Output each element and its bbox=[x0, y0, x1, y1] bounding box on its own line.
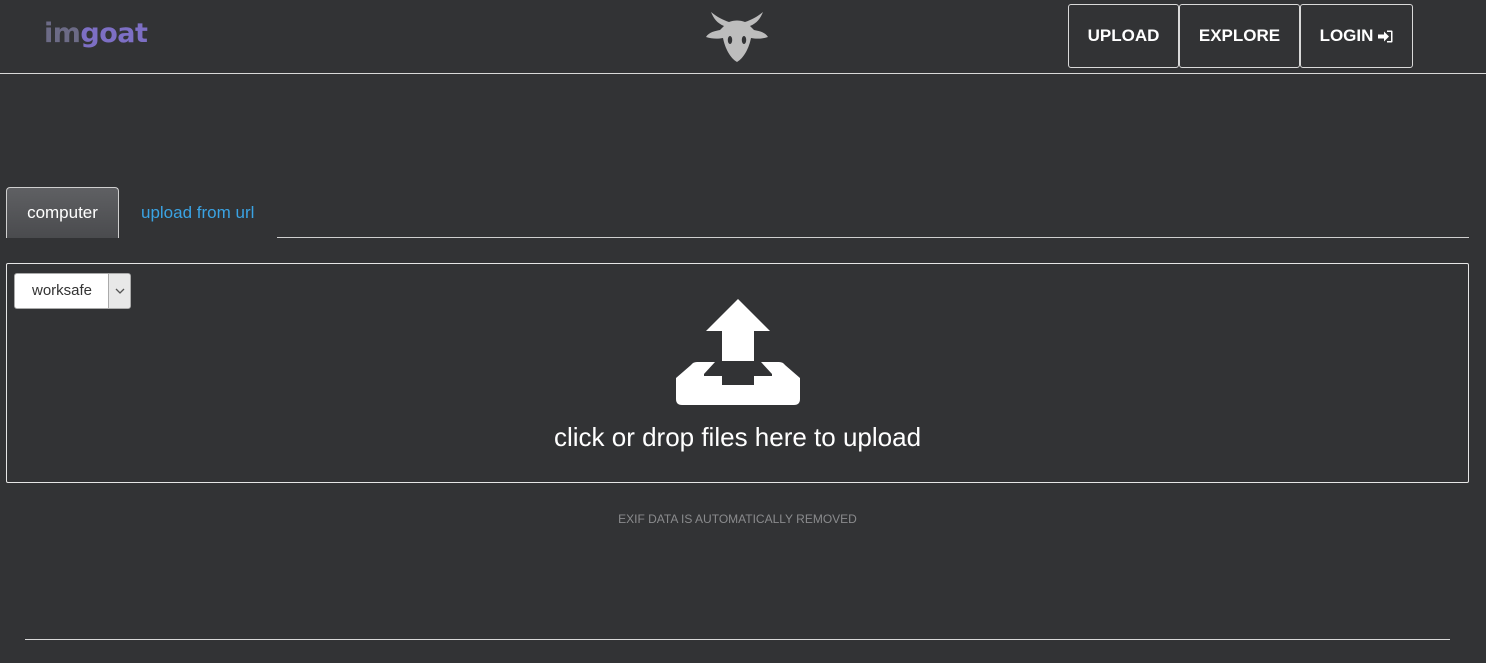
upload-dropzone[interactable]: worksafe click or drop files here to upl… bbox=[6, 263, 1469, 483]
nav-explore-button[interactable]: EXPLORE bbox=[1179, 4, 1300, 68]
footer-divider bbox=[25, 639, 1450, 640]
upload-inbox-icon bbox=[676, 299, 800, 405]
tabs-divider bbox=[277, 237, 1469, 238]
goat-head-icon[interactable] bbox=[705, 10, 769, 64]
logo-im-text: im bbox=[44, 18, 81, 49]
upload-page: imgoat UPLOAD EXPLORE LOGIN computer upl… bbox=[0, 0, 1486, 663]
nav-login-label: LOGIN bbox=[1319, 26, 1374, 45]
tab-url-label: upload from url bbox=[141, 203, 255, 222]
logo-goat-text: goat bbox=[80, 18, 148, 49]
site-header: imgoat UPLOAD EXPLORE LOGIN bbox=[0, 0, 1486, 74]
rating-select[interactable]: worksafe bbox=[14, 273, 131, 309]
sign-in-icon bbox=[1378, 30, 1393, 42]
upload-source-tabs: computer upload from url bbox=[6, 187, 1469, 238]
tab-computer[interactable]: computer bbox=[6, 187, 119, 238]
site-logo[interactable]: imgoat bbox=[44, 15, 148, 53]
dropzone-instructions: click or drop files here to upload bbox=[553, 422, 922, 452]
nav-explore-label: EXPLORE bbox=[1198, 26, 1281, 45]
nav-upload-button[interactable]: UPLOAD bbox=[1068, 4, 1179, 68]
main-nav: UPLOAD EXPLORE LOGIN bbox=[1068, 4, 1413, 68]
tab-upload-from-url[interactable]: upload from url bbox=[141, 201, 254, 225]
exif-notice: EXIF DATA IS AUTOMATICALLY REMOVED bbox=[618, 512, 857, 526]
chevron-down-icon[interactable] bbox=[108, 274, 130, 308]
rating-select-value: worksafe bbox=[32, 282, 93, 299]
tab-computer-label: computer bbox=[27, 203, 98, 222]
nav-login-button[interactable]: LOGIN bbox=[1300, 4, 1413, 68]
nav-upload-label: UPLOAD bbox=[1087, 26, 1160, 45]
